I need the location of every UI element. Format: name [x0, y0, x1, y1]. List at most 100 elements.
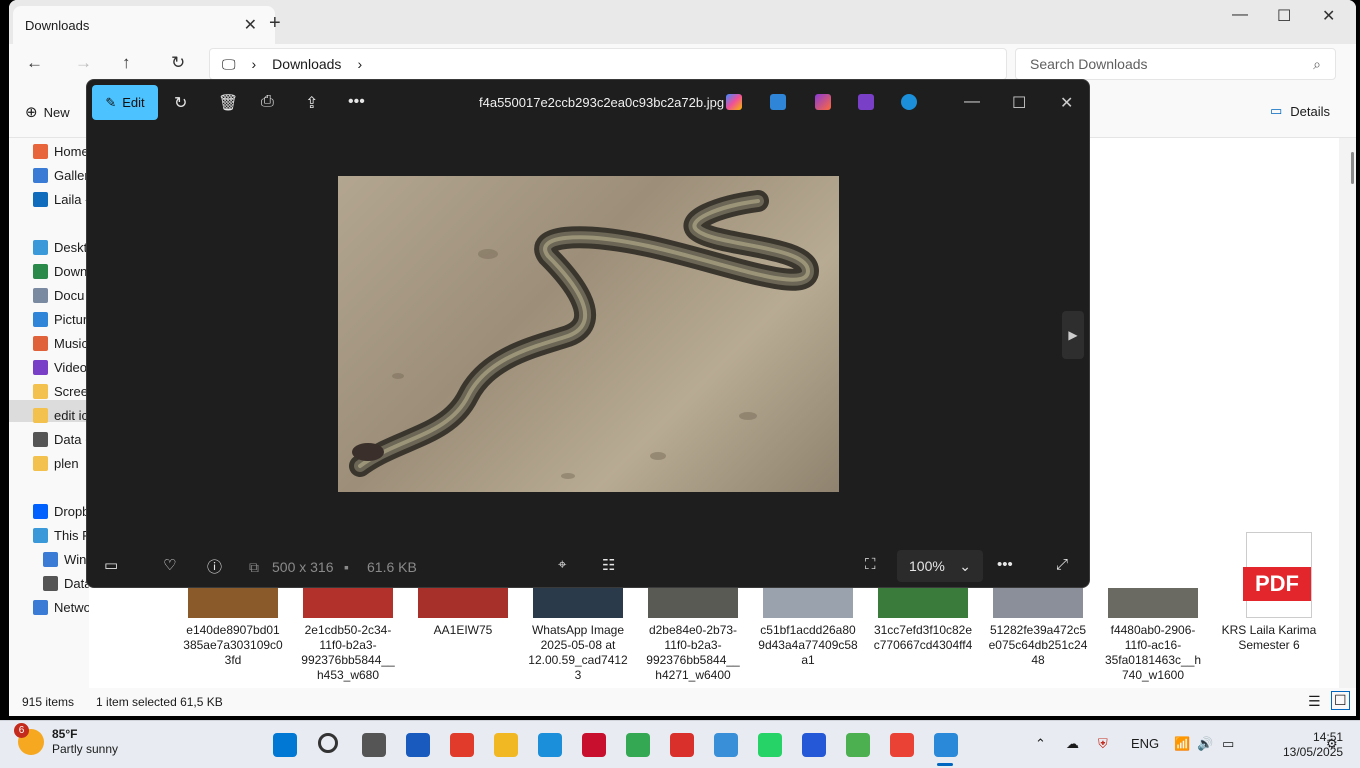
green-app-icon[interactable] [846, 733, 870, 757]
sidebar-item[interactable]: Home [33, 144, 89, 159]
address-bar[interactable]: 🖵 › Downloads › [209, 48, 1007, 80]
file-thumbnail[interactable] [188, 588, 278, 618]
file-name[interactable]: WhatsApp Image 2025-05-08 at 12.00.59_ca… [528, 623, 628, 683]
search-button-icon[interactable] [318, 733, 338, 753]
file-explorer-app-icon[interactable] [494, 733, 518, 757]
sidebar-item[interactable]: Dropb [33, 504, 89, 519]
task-view-button-icon[interactable] [362, 733, 386, 757]
file-thumbnail[interactable] [303, 588, 393, 618]
sidebar-item[interactable]: Data ( [33, 432, 89, 447]
sidebar-item[interactable]: Video [33, 360, 87, 375]
next-image-button[interactable]: ▶ [1062, 311, 1084, 359]
wifi-icon[interactable]: 📶 [1174, 736, 1190, 752]
edit-button[interactable]: ✎ Edit [92, 85, 158, 120]
chrome-app-icon[interactable] [626, 733, 650, 757]
file-name[interactable]: 2e1cdb50-2c34-11f0-b2a3-992376bb5844__h4… [298, 623, 398, 683]
sidebar-item[interactable]: Win [43, 552, 86, 567]
weather-widget[interactable]: 6 85°F Partly sunny [14, 723, 118, 757]
file-name[interactable]: AA1EIW75 [413, 623, 513, 638]
close-window-icon[interactable]: ✕ [1322, 6, 1335, 26]
copilot-icon[interactable] [726, 94, 742, 110]
volume-icon[interactable]: 🔊 [1197, 736, 1213, 752]
list-view-icon[interactable]: ☰ [1308, 693, 1321, 710]
up-icon[interactable]: ↑ [122, 53, 131, 73]
file-thumbnail[interactable] [648, 588, 738, 618]
zoom-dropdown[interactable]: 100% ⌄ [897, 550, 983, 582]
pdf-file-icon[interactable]: PDF [1243, 532, 1312, 618]
info-icon[interactable]: ⓘ [207, 556, 222, 577]
minimize-icon[interactable]: — [1232, 6, 1248, 24]
notification-center-icon[interactable]: ⚙ [1326, 736, 1338, 752]
sidebar-item[interactable]: Pictur [33, 312, 87, 327]
sidebar-item[interactable]: Laila - [33, 192, 89, 207]
details-button[interactable]: ▭ Details [1270, 103, 1330, 119]
sidebar-item[interactable]: Music [33, 336, 88, 351]
maximize-icon[interactable]: ☐ [1012, 93, 1026, 113]
file-name[interactable]: e140de8907bd01385ae7a303109c03fd [183, 623, 283, 668]
filmstrip-icon[interactable]: ▭ [104, 556, 118, 574]
clipchamp-icon[interactable] [815, 94, 831, 110]
breadcrumb[interactable]: Downloads [272, 56, 341, 72]
new-tab-icon[interactable]: + [269, 12, 281, 35]
more-options-icon[interactable]: ••• [348, 93, 365, 111]
battery-icon[interactable]: ▭ [1222, 736, 1234, 752]
word-app-icon[interactable] [406, 733, 430, 757]
new-button[interactable]: ⊕ New [25, 103, 70, 121]
visual-search-icon[interactable]: ⌖ [558, 556, 566, 573]
fit-to-window-icon[interactable]: ⛶ [865, 556, 876, 573]
sidebar-item[interactable]: Data [43, 576, 91, 591]
file-thumbnail[interactable] [533, 588, 623, 618]
file-name[interactable]: KRS Laila Karima Semester 6 [1210, 623, 1328, 653]
chevron-up-icon[interactable]: ⌃ [1035, 736, 1046, 752]
file-name[interactable]: 51282fe39a472c5e075c64db251c2448 [988, 623, 1088, 668]
text-scan-icon[interactable]: ☷ [602, 556, 615, 574]
close-icon[interactable]: ✕ [1060, 93, 1073, 113]
tab-downloads[interactable]: Downloads ✕ [13, 6, 275, 44]
whatsapp-app-icon[interactable] [758, 733, 782, 757]
file-name[interactable]: 31cc7efd3f10c82ec770667cd4304ff4 [873, 623, 973, 653]
minimize-icon[interactable]: — [964, 93, 980, 111]
photos-app-icon[interactable] [934, 733, 958, 757]
maximize-icon[interactable]: ☐ [1277, 6, 1291, 26]
sidebar-item[interactable]: This P [33, 528, 91, 543]
refresh-icon[interactable]: ↻ [171, 53, 185, 73]
sidebar-item[interactable]: Docu [33, 288, 84, 303]
fullscreen-icon[interactable]: ⤢ [1056, 556, 1068, 573]
wps-app-icon[interactable] [450, 733, 474, 757]
file-thumbnail[interactable] [418, 588, 508, 618]
file-name[interactable]: d2be84e0-2b73-11f0-b2a3-992376bb5844__h4… [643, 623, 743, 683]
more-options-icon[interactable]: ••• [997, 556, 1013, 573]
file-thumbnail[interactable] [878, 588, 968, 618]
language-indicator[interactable]: ENG [1131, 736, 1159, 751]
forward-icon[interactable]: → [75, 53, 92, 73]
sidebar-item[interactable]: plen [33, 456, 79, 471]
onedrive-icon[interactable] [901, 94, 917, 110]
close-tab-icon[interactable]: ✕ [244, 15, 257, 35]
start-button-icon[interactable] [273, 733, 297, 757]
sidebar-item[interactable]: edit ic [33, 408, 88, 423]
sidebar-item[interactable]: Down [33, 264, 87, 279]
vscode-app-icon[interactable] [802, 733, 826, 757]
file-name[interactable]: c51bf1acdd26a809d43a4a77409c58a1 [758, 623, 858, 668]
file-name[interactable]: f4480ab0-2906-11f0-ac16-35fa0181463c__h7… [1103, 623, 1203, 683]
sidebar-item[interactable]: Galler [33, 168, 89, 183]
designer-icon[interactable] [770, 94, 786, 110]
se-app-icon[interactable] [670, 733, 694, 757]
mendeley-app-icon[interactable] [582, 733, 606, 757]
tiles-view-icon[interactable]: ☐ [1331, 691, 1350, 710]
notepad-app-icon[interactable] [714, 733, 738, 757]
favorite-icon[interactable]: ♡ [163, 556, 176, 574]
sidebar-item[interactable]: Screer [33, 384, 92, 399]
antivirus-tray-icon[interactable]: ⛨ [1098, 736, 1108, 752]
print-icon[interactable]: ⎙ [261, 93, 274, 111]
chrome-profile-app-icon[interactable] [890, 733, 914, 757]
delete-icon[interactable]: 🗑 [218, 93, 238, 113]
search-input[interactable]: Search Downloads ⌕ [1015, 48, 1336, 80]
file-thumbnail[interactable] [1108, 588, 1198, 618]
onedrive-tray-icon[interactable]: ☁ [1066, 736, 1079, 752]
file-thumbnail[interactable] [763, 588, 853, 618]
share-icon[interactable]: ⇪ [305, 93, 318, 113]
back-icon[interactable]: ← [26, 53, 43, 73]
vertical-scrollbar[interactable] [1351, 152, 1354, 184]
file-thumbnail[interactable] [993, 588, 1083, 618]
